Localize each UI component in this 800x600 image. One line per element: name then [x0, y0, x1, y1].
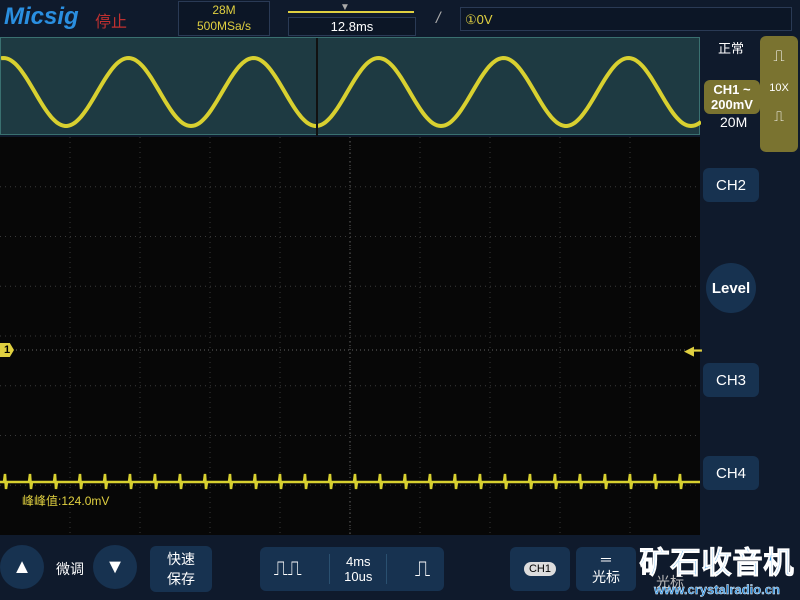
main-timebase: 4ms [345, 554, 371, 569]
waveform-display[interactable] [0, 137, 700, 535]
grid [0, 137, 700, 535]
trigger-position[interactable]: 12.8ms [288, 17, 416, 36]
quick-save-button[interactable]: 快速 保存 [150, 546, 212, 592]
ch1-trace [0, 473, 700, 490]
acquisition-info[interactable]: 28M 500MSa/s [178, 1, 270, 36]
waveform-overview[interactable] [0, 37, 703, 136]
ch1-label: CH1 ~ [713, 82, 751, 97]
cursor-icon: ═ [601, 551, 611, 567]
ch3-button[interactable]: CH3 [703, 363, 759, 397]
ch2-button[interactable]: CH2 [703, 168, 759, 202]
zoom-timebase: 10us [344, 569, 373, 584]
trigger-level-arrow-icon[interactable]: ◀━ [684, 343, 702, 359]
peak-to-peak-measurement: 峰峰值:124.0mV [22, 494, 110, 508]
pulse-narrow-icon[interactable]: ⎍ [760, 108, 798, 125]
sample-rate: 500MSa/s [196, 19, 252, 33]
watermark: 矿石收音机 www.crystalradio.cn [634, 538, 800, 598]
trigger-position-bar[interactable] [288, 11, 414, 13]
memory-depth: 28M [212, 3, 236, 17]
trigger-edge-icon[interactable]: / [436, 10, 440, 28]
probe-panel[interactable]: ⎍ 10X ⎍ [760, 36, 798, 152]
channel-select-button[interactable]: CH1 [510, 547, 570, 591]
fine-up-button[interactable]: ▲ [0, 545, 44, 589]
zoom-in-pulse-icon[interactable]: ⎍ [415, 556, 430, 582]
cursor-button[interactable]: ═ 光标 [576, 547, 636, 591]
watermark-url: www.crystalradio.cn [654, 582, 780, 597]
probe-ratio: 10X [769, 82, 789, 94]
bandwidth-limit: 20M [720, 114, 748, 130]
fine-down-button[interactable]: ▼ [93, 545, 137, 589]
quick-save-line2: 保存 [167, 571, 195, 587]
fine-adjust-label: 微调 [56, 561, 84, 577]
timebase-control[interactable]: ⎍⎍ 4ms 10us ⎍ [260, 547, 444, 591]
ch1-badge: CH1 [523, 562, 556, 576]
level-knob[interactable]: Level [706, 263, 756, 313]
ch1-scale: 200mV [711, 97, 753, 112]
trigger-level[interactable]: ①0V [460, 7, 792, 31]
cursor-label: 光标 [592, 569, 620, 585]
run-stop-status[interactable]: 停止 [95, 8, 127, 32]
acquisition-mode[interactable]: 正常 [718, 38, 744, 57]
zoom-out-pulse-icon[interactable]: ⎍⎍ [274, 558, 302, 581]
logo: Micsig [4, 3, 79, 30]
overview-waveform [0, 38, 703, 136]
timebase-values: 4ms 10us [329, 554, 388, 584]
level-label: Level [711, 279, 751, 297]
quick-save-line1: 快速 [167, 551, 195, 567]
ch1-settings[interactable]: CH1 ~ 200mV [704, 80, 760, 114]
ch4-button[interactable]: CH4 [703, 456, 759, 490]
trigger-marker-icon: ▼ [340, 2, 350, 13]
pulse-wide-icon[interactable]: ⎍ [760, 48, 798, 66]
watermark-title: 矿石收音机 [639, 547, 795, 581]
